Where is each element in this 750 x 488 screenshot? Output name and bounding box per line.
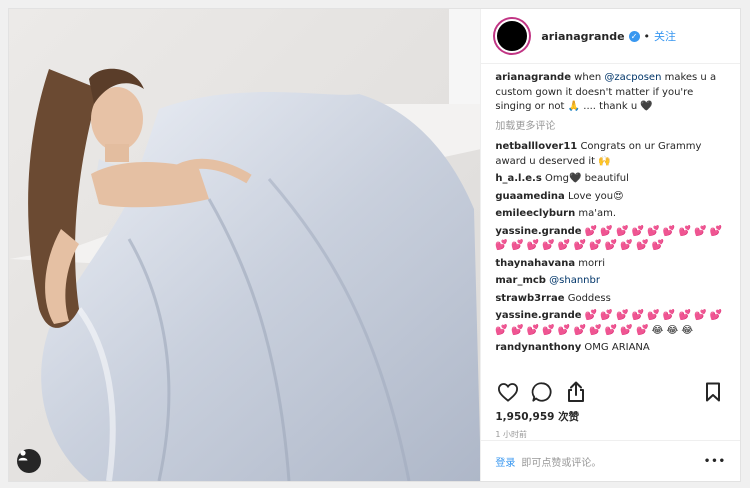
comment-text: Goddess (567, 292, 611, 304)
caption-username[interactable]: arianagrande (495, 72, 571, 83)
comment-item: yassine.grande 💕 💕 💕 💕 💕 💕 💕 💕 💕 💕 💕 💕 💕… (495, 225, 730, 254)
comment-username[interactable]: netballlover11 (495, 141, 577, 152)
comment-footer: 登录 即可点赞或评论。 ••• (481, 440, 740, 481)
share-icon[interactable] (563, 379, 589, 405)
comment-item: h_a.l.e.s Omg🖤 beautiful (495, 172, 730, 187)
comment-item: mar_mcb @shannbr (495, 274, 730, 289)
username-link[interactable]: arianagrande (541, 30, 624, 43)
gown-photo-illustration (9, 9, 481, 481)
comment-icon[interactable] (529, 379, 555, 405)
comment-username[interactable]: randynanthony (495, 342, 581, 353)
user-icon[interactable] (17, 449, 41, 473)
caption: arianagrande when @zacposen makes u a cu… (495, 71, 730, 115)
bookmark-icon[interactable] (700, 379, 726, 405)
comment-text: OMG ARIANA (584, 342, 650, 353)
comments-list: arianagrande when @zacposen makes u a cu… (495, 71, 730, 375)
comment-item: guaamedina Love you😍 (495, 190, 730, 205)
post-header: arianagrande ✓ • 关注 (481, 9, 740, 64)
caption-mention-link[interactable]: @zacposen (604, 72, 661, 83)
post-card: arianagrande ✓ • 关注 arianagrande when @z… (8, 8, 741, 482)
comment-text: ma'am. (578, 208, 617, 219)
post-photo[interactable] (9, 9, 481, 481)
comment-mention-link[interactable]: @shannbr (549, 275, 600, 286)
comment-username[interactable]: yassine.grande (495, 310, 581, 321)
comment-username[interactable]: mar_mcb (495, 275, 546, 286)
login-link[interactable]: 登录 (495, 454, 515, 469)
comment-item: thaynahavana morri (495, 257, 730, 272)
comment-username[interactable]: thaynahavana (495, 258, 575, 269)
login-prompt: 即可点赞或评论。 (521, 457, 602, 469)
likes-count[interactable]: 1,950,959 次赞 (495, 409, 579, 424)
comment-item: randynanthony OMG ARIANA (495, 341, 730, 356)
comment-item: strawb3rrae Goddess (495, 292, 730, 307)
post-timestamp[interactable]: 1 小时前 (495, 429, 527, 440)
comment-text: morri (578, 257, 605, 269)
comment-username[interactable]: guaamedina (495, 191, 564, 202)
load-more-comments-button[interactable]: 加载更多评论 (495, 120, 730, 135)
follow-button[interactable]: 关注 (654, 28, 676, 44)
comment-item: netballlover11 Congrats on ur Grammy awa… (495, 140, 730, 169)
separator-dot: • (643, 29, 651, 43)
comment-username[interactable]: strawb3rrae (495, 293, 564, 304)
avatar[interactable] (495, 19, 530, 53)
verified-badge-icon: ✓ (628, 30, 640, 42)
post-sidebar: arianagrande ✓ • 关注 arianagrande when @z… (480, 9, 740, 481)
more-options-icon[interactable]: ••• (704, 456, 726, 467)
heart-icon[interactable] (495, 379, 521, 405)
comment-text: Omg🖤 beautiful (544, 173, 629, 184)
action-bar (495, 376, 726, 408)
comment-username[interactable]: h_a.l.e.s (495, 173, 541, 184)
comment-text: Love you😍 (567, 190, 624, 202)
caption-text-pre: when (574, 72, 605, 83)
comment-username[interactable]: yassine.grande (495, 226, 581, 237)
comment-item: emileeclyburn ma'am. (495, 207, 730, 222)
comment-username[interactable]: emileeclyburn (495, 208, 575, 219)
comment-item: yassine.grande 💕 💕 💕 💕 💕 💕 💕 💕 💕 💕 💕 💕 💕… (495, 309, 730, 338)
